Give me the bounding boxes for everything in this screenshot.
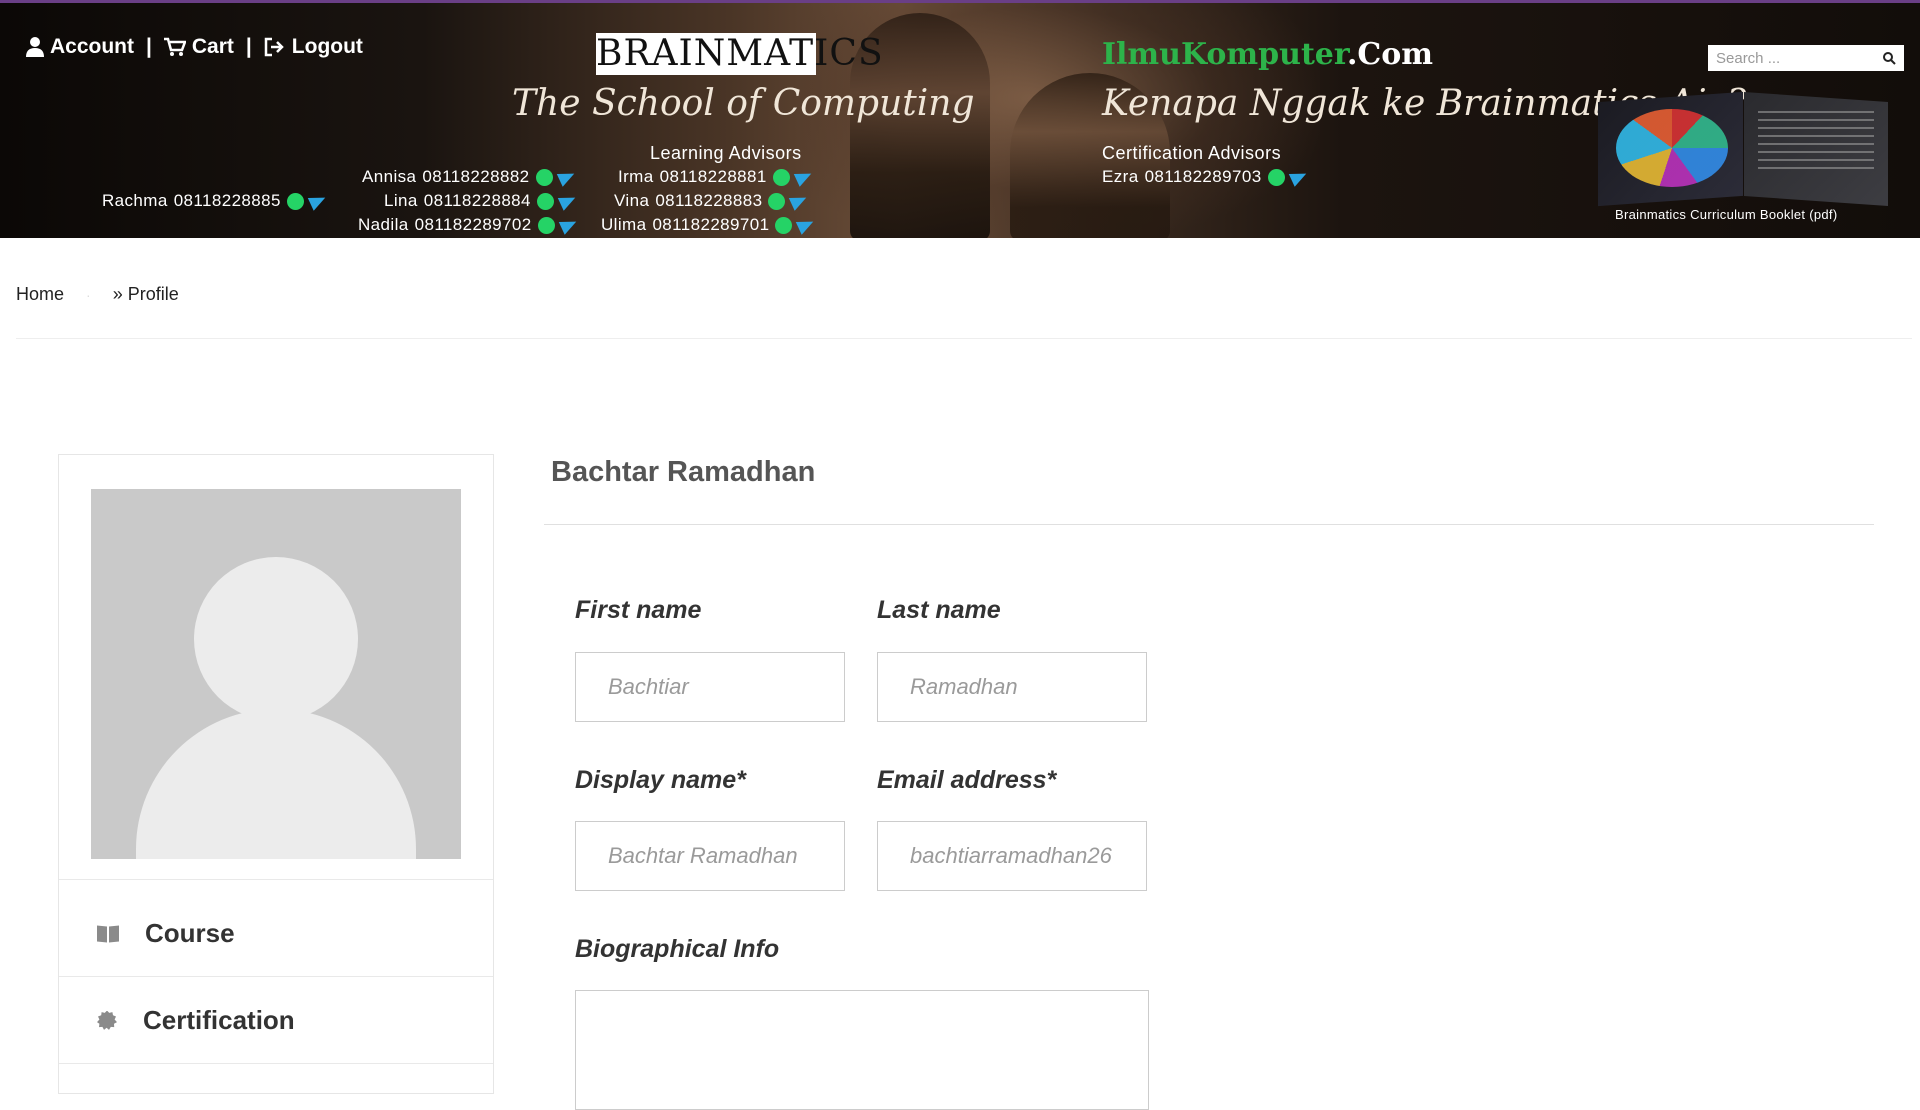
whatsapp-icon[interactable] [768, 192, 786, 210]
telegram-icon[interactable] [796, 215, 817, 235]
bio-label: Biographical Info [575, 935, 780, 963]
telegram-icon[interactable] [307, 191, 329, 211]
first-name-field[interactable] [575, 652, 845, 722]
top-nav: Account | Cart | Logout [26, 35, 363, 59]
advisor-phone: 08118228883 [655, 191, 763, 210]
sidebar-item-label: Course [145, 918, 235, 948]
logout-icon [264, 37, 284, 57]
ilmukomputer-dotcom: .Com [1346, 37, 1434, 72]
display-name-label: Display name* [575, 766, 746, 794]
sidebar-item-certification[interactable]: Certification [59, 978, 493, 1064]
advisor-contact: Annisa 08118228882 [362, 167, 577, 187]
advisor-name: Lina [384, 191, 418, 210]
advisor-name: Vina [614, 191, 650, 210]
advisor-contact: Rachma 08118228885 [102, 191, 329, 211]
whatsapp-icon[interactable] [536, 192, 554, 210]
header-banner: Account | Cart | Logout BRAINMATICS The … [0, 0, 1920, 238]
last-name-label: Last name [877, 596, 1001, 624]
advisor-name: Ezra [1102, 167, 1139, 186]
avatar-head [194, 557, 358, 721]
account-link[interactable]: Account [26, 35, 134, 59]
advisor-name: Annisa [362, 167, 417, 186]
booklet-caption[interactable]: Brainmatics Curriculum Booklet (pdf) [1615, 207, 1837, 222]
sidebar-item-course[interactable]: Course [59, 891, 493, 977]
telegram-icon[interactable] [556, 167, 577, 187]
whatsapp-icon[interactable] [1267, 168, 1285, 186]
avatar[interactable] [91, 489, 461, 859]
advisor-phone: 08118228882 [422, 167, 530, 186]
profile-sidebar: Course Certification [58, 454, 494, 1094]
booklet-text-lines [1758, 111, 1874, 171]
advisor-phone: 081182289702 [414, 215, 532, 234]
advisor-name: Nadila [358, 215, 409, 234]
sidebar-divider [59, 879, 493, 880]
first-name-label: First name [575, 596, 702, 624]
learning-advisors-title: Learning Advisors [650, 143, 802, 163]
advisor-phone: 08118228884 [423, 191, 531, 210]
last-name-field[interactable] [877, 652, 1147, 722]
cart-label: Cart [191, 35, 234, 58]
display-name-field[interactable] [575, 821, 845, 891]
search-icon[interactable] [1883, 51, 1896, 65]
telegram-icon[interactable] [789, 191, 810, 211]
advisor-phone: 081182289701 [652, 215, 770, 234]
breadcrumb: Home · » Profile [16, 284, 179, 305]
booklet-mindmap [1616, 109, 1728, 187]
advisor-contact: Ulima 081182289701 [601, 215, 817, 235]
search-input[interactable]: Search ... [1716, 50, 1780, 67]
whatsapp-icon[interactable] [772, 168, 790, 186]
avatar-body [136, 709, 416, 859]
telegram-icon[interactable] [793, 167, 814, 187]
advisor-phone: 08118228881 [659, 167, 767, 186]
email-label: Email address* [877, 766, 1057, 794]
curriculum-booklet-image[interactable] [1598, 89, 1888, 207]
advisor-contact: Irma 08118228881 [618, 167, 814, 187]
telegram-icon[interactable] [558, 215, 579, 235]
whatsapp-icon[interactable] [535, 168, 553, 186]
advisor-name: Rachma [102, 191, 168, 210]
nav-separator: | [245, 35, 252, 58]
search-box[interactable]: Search ... [1708, 45, 1904, 71]
whatsapp-icon[interactable] [775, 216, 793, 234]
advisor-contact: Ezra 081182289703 [1102, 167, 1309, 187]
logout-link[interactable]: Logout [264, 35, 363, 59]
telegram-icon[interactable] [1288, 167, 1309, 187]
sidebar-item-label: Certification [143, 1005, 295, 1035]
ilmukomputer-green: IlmuKomputer [1102, 37, 1347, 72]
breadcrumb-current: » Profile [112, 284, 179, 304]
advisor-phone: 081182289703 [1144, 167, 1262, 186]
advisor-contact: Nadila 081182289702 [358, 215, 579, 235]
breadcrumb-separator: · [86, 286, 91, 303]
cart-link[interactable]: Cart [163, 35, 234, 59]
cart-icon [163, 37, 186, 56]
advisor-name: Ulima [601, 215, 647, 234]
certification-advisors-title: Certification Advisors [1102, 143, 1282, 163]
email-field[interactable] [877, 821, 1147, 891]
whatsapp-icon[interactable] [537, 216, 555, 234]
advisor-contact: Lina 08118228884 [384, 191, 579, 211]
brainmatics-logo[interactable]: BRAINMATICS [596, 33, 883, 75]
profile-title: Bachtar Ramadhan [551, 456, 816, 488]
title-divider [544, 524, 1874, 525]
telegram-icon[interactable] [557, 191, 579, 211]
breadcrumb-home[interactable]: Home [16, 284, 64, 305]
user-icon [26, 37, 44, 57]
whatsapp-icon[interactable] [286, 192, 304, 210]
certificate-icon [97, 1010, 117, 1030]
school-tagline: The School of Computing [512, 83, 975, 124]
bio-field[interactable] [575, 990, 1149, 1110]
account-label: Account [50, 35, 134, 58]
advisor-contact: Vina 08118228883 [614, 191, 810, 211]
breadcrumb-divider [16, 338, 1912, 339]
logout-label: Logout [291, 35, 363, 58]
advisor-name: Irma [618, 167, 654, 186]
ilmukomputer-logo[interactable]: IlmuKomputer.Com [1102, 37, 1433, 72]
nav-separator: | [146, 35, 152, 58]
book-icon [97, 926, 119, 942]
advisor-phone: 08118228885 [173, 191, 281, 210]
